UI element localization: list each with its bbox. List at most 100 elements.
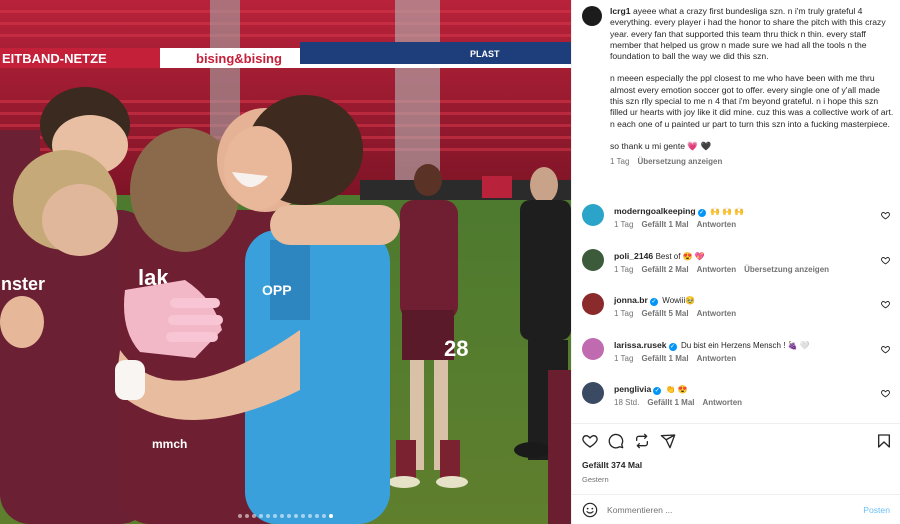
comment-likes[interactable]: Gefällt 5 Mal	[641, 308, 688, 319]
translate-comment-button[interactable]: Übersetzung anzeigen	[744, 264, 829, 275]
verified-badge-icon: ✓	[697, 209, 706, 217]
comment-meta: 1 Tag Gefällt 5 Mal Antworten	[614, 308, 874, 319]
instagram-post-view: EITBAND-NETZE bising&bising PLAST 28 ins…	[0, 0, 900, 524]
comment-avatar[interactable]	[582, 204, 604, 226]
carousel-dot[interactable]	[266, 514, 270, 518]
comment-username[interactable]: poli_2146	[614, 251, 653, 261]
share-paper-plane-icon[interactable]	[660, 433, 676, 449]
like-heart-icon[interactable]	[582, 433, 598, 449]
carousel-dot[interactable]	[280, 514, 284, 518]
svg-text:inster: inster	[0, 274, 45, 294]
carousel-dot[interactable]	[245, 514, 249, 518]
comment-item: larissa.rusek ✓ Du bist ein Herzens Mensc…	[582, 337, 894, 383]
comment-username[interactable]: larissa.rusek	[614, 340, 667, 350]
comment-avatar[interactable]	[582, 248, 604, 271]
comment-avatar[interactable]	[582, 382, 604, 404]
reply-button[interactable]: Antworten	[697, 353, 737, 364]
comment-username[interactable]: jonna.br	[614, 295, 648, 305]
comment-meta: 18 Std. Gefällt 1 Mal Antworten	[614, 397, 874, 408]
like-comment-heart-icon[interactable]	[881, 256, 890, 265]
comment-list: moderngoalkeeping ✓ 🙌 🙌 🙌 1 Tag Gefällt 1…	[582, 204, 894, 427]
comment-likes[interactable]: Gefällt 1 Mal	[641, 219, 688, 230]
actions-divider	[572, 423, 900, 424]
comment-item: poli_2146 Best of 😍 💖 1 Tag Gefällt 2 Ma…	[582, 248, 894, 294]
comment-username[interactable]: moderngoalkeeping	[614, 206, 696, 216]
author-avatar[interactable]	[582, 6, 602, 26]
like-comment-heart-icon[interactable]	[881, 345, 890, 354]
post-photo[interactable]: EITBAND-NETZE bising&bising PLAST 28 ins…	[0, 0, 571, 524]
carousel-dot[interactable]	[308, 514, 312, 518]
comment-text: Du bist ein Herzens Mensch ! 🍇 🤍	[680, 340, 810, 350]
reply-button[interactable]: Antworten	[702, 397, 742, 408]
repost-icon[interactable]	[634, 433, 650, 449]
verified-badge-icon: ✓	[649, 298, 658, 306]
comment-text: 👏 😍	[665, 385, 688, 394]
banner-text-2: bising&bising	[196, 51, 282, 66]
comment-likes[interactable]: Gefällt 2 Mal	[641, 264, 688, 275]
carousel-dot[interactable]	[315, 514, 319, 518]
comment-composer: Posten	[572, 495, 900, 524]
comment-time[interactable]: 18 Std.	[614, 397, 639, 408]
translate-button[interactable]: Übersetzung anzeigen	[637, 156, 722, 167]
comment-meta: 1 Tag Gefällt 2 Mal Antworten Übersetzun…	[614, 264, 874, 275]
carousel-dot[interactable]	[294, 514, 298, 518]
banner-text-1: EITBAND-NETZE	[2, 51, 107, 66]
caption-paragraph-3: so thank u mi gente 💗 🖤	[610, 140, 712, 151]
post-comment-button[interactable]: Posten	[863, 505, 890, 515]
reply-button[interactable]: Antworten	[697, 264, 737, 275]
caption-meta: 1 Tag Übersetzung anzeigen	[610, 156, 894, 167]
carousel-dot[interactable]	[259, 514, 263, 518]
comment-item: jonna.br ✓ Wowiii🥹 1 Tag Gefällt 5 Mal An…	[582, 293, 894, 338]
svg-text:mmch: mmch	[152, 437, 187, 451]
comment-likes[interactable]: Gefällt 1 Mal	[641, 353, 688, 364]
comment-time[interactable]: 1 Tag	[614, 353, 633, 364]
carousel-dot[interactable]	[252, 514, 256, 518]
post-side-panel: lcrg1 ayeee what a crazy first bundeslig…	[571, 0, 900, 524]
comment-text: Best of 😍 💖	[655, 251, 705, 261]
carousel-dot[interactable]	[287, 514, 291, 518]
svg-text:OPP: OPP	[262, 282, 292, 298]
comment-time[interactable]: 1 Tag	[614, 219, 633, 230]
comment-time[interactable]: 1 Tag	[614, 264, 633, 275]
caption-paragraph-2: n meeen especially the ppl closest to me…	[610, 73, 896, 129]
author-username[interactable]: lcrg1	[610, 6, 631, 16]
carousel-dot[interactable]	[301, 514, 305, 518]
comment-text: 🙌 🙌 🙌	[710, 207, 745, 216]
comment-meta: 1 Tag Gefällt 1 Mal Antworten	[614, 353, 874, 364]
reply-button[interactable]: Antworten	[697, 219, 737, 230]
caption-time[interactable]: 1 Tag	[610, 156, 629, 167]
photo-illustration: EITBAND-NETZE bising&bising PLAST 28 ins…	[0, 0, 571, 524]
comment-likes[interactable]: Gefällt 1 Mal	[647, 397, 694, 408]
verified-badge-icon: ✓	[668, 342, 677, 351]
comment-avatar[interactable]	[582, 293, 604, 315]
comment-text: Wowiii🥹	[662, 296, 696, 305]
reply-button[interactable]: Antworten	[697, 308, 737, 319]
comment-avatar[interactable]	[582, 337, 604, 360]
like-count[interactable]: Gefällt 374 Mal	[582, 460, 642, 470]
banner-text-3: PLAST	[470, 49, 500, 59]
carousel-dot[interactable]	[273, 514, 277, 518]
comment-meta: 1 Tag Gefällt 1 Mal Antworten	[614, 219, 874, 230]
comment-input[interactable]	[607, 504, 855, 515]
like-comment-heart-icon[interactable]	[881, 211, 890, 220]
verified-badge-icon: ✓	[653, 387, 662, 395]
like-comment-heart-icon[interactable]	[881, 389, 890, 398]
comment-item: penglivia ✓ 👏 😍 18 Std. Gefällt 1 Mal Ant…	[582, 382, 894, 427]
carousel-dot[interactable]	[329, 514, 333, 518]
svg-text:28: 28	[444, 336, 468, 361]
like-comment-heart-icon[interactable]	[881, 300, 890, 309]
caption-text-1: ayeee what a crazy first bundesliga szn.…	[610, 6, 889, 62]
caption-paragraph-1: lcrg1 ayeee what a crazy first bundeslig…	[610, 6, 894, 62]
post-caption: lcrg1 ayeee what a crazy first bundeslig…	[582, 6, 894, 168]
comment-username[interactable]: penglivia	[614, 384, 651, 394]
emoji-icon[interactable]	[582, 502, 598, 518]
post-actions	[582, 432, 892, 450]
comment-item: moderngoalkeeping ✓ 🙌 🙌 🙌 1 Tag Gefällt 1…	[582, 204, 894, 249]
post-date: Gestern	[582, 475, 609, 484]
carousel-dots[interactable]	[0, 514, 571, 518]
comment-time[interactable]: 1 Tag	[614, 308, 633, 319]
comment-bubble-icon[interactable]	[608, 433, 624, 449]
save-bookmark-icon[interactable]	[876, 433, 892, 449]
carousel-dot[interactable]	[238, 514, 242, 518]
carousel-dot[interactable]	[322, 514, 326, 518]
